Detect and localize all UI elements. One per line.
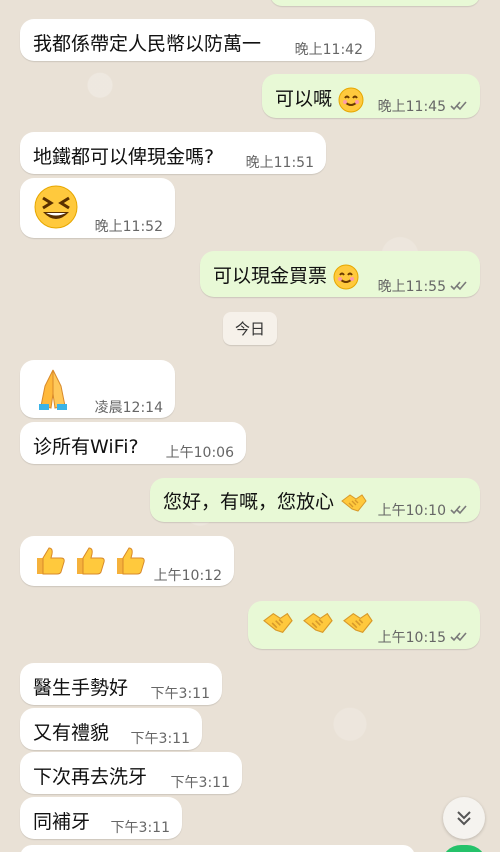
message-text: 同補牙 xyxy=(33,811,91,833)
message-text xyxy=(33,366,73,410)
send-button[interactable] xyxy=(441,845,487,852)
folded-hands-emoji xyxy=(39,369,67,410)
message-time: 上午10:06 xyxy=(165,445,234,461)
message-text: 可以嘅 xyxy=(275,84,364,113)
message-time: 下午3:11 xyxy=(110,820,170,836)
message-bubble-outgoing[interactable]: 上午10:15 xyxy=(248,601,480,649)
thumbs-up-emoji xyxy=(77,547,105,575)
message-text xyxy=(261,609,375,637)
double-chevron-down-icon xyxy=(457,811,471,826)
message-bubble-incoming[interactable]: 我都係帶定人民幣以防萬一 晚上11:42 xyxy=(20,19,375,61)
message-time: 下午3:11 xyxy=(130,731,190,747)
message-text: 下次再去洗牙 xyxy=(33,766,148,788)
double-check-icon xyxy=(450,281,468,291)
message-time: 晚上11:52 xyxy=(94,219,163,235)
message-bubble-outgoing[interactable]: 可以現金買票 晚上11:55 xyxy=(200,251,480,297)
message-bubble-incoming[interactable]: 下次再去洗牙 下午3:11 xyxy=(20,752,242,794)
double-check-icon xyxy=(450,505,468,515)
message-bubble-incoming[interactable]: 凌晨12:14 xyxy=(20,360,175,418)
handshake-emoji xyxy=(341,493,367,512)
message-time: 上午10:12 xyxy=(153,568,222,584)
message-time: 晚上11:51 xyxy=(245,155,314,171)
smiling-face-emoji xyxy=(338,87,364,112)
handshake-emoji xyxy=(303,612,333,634)
message-time: 凌晨12:14 xyxy=(94,400,163,416)
message-bubble-outgoing[interactable]: 可以嘅 晚上11:45 xyxy=(262,74,480,118)
scroll-to-bottom-button[interactable] xyxy=(443,797,485,839)
message-text: 诊所有WiFi? xyxy=(33,436,139,458)
message-meta: 晚上11:55 xyxy=(378,276,468,296)
message-time: 下午3:11 xyxy=(170,775,230,791)
message-text xyxy=(33,544,147,576)
message-time: 晚上11:42 xyxy=(294,42,363,58)
message-bubble-incoming[interactable]: 上午10:12 xyxy=(20,536,234,586)
message-meta: 上午10:15 xyxy=(378,627,468,647)
thumbs-up-emoji xyxy=(117,547,145,575)
chat-area: 我都係帶定人民幣以防萬一 晚上11:42 可以嘅 晚上11:45 地鐵都可以俾現… xyxy=(0,0,500,852)
message-bubble-incoming[interactable]: 醫生手勢好 下午3:11 xyxy=(20,663,222,705)
message-text: 我都係帶定人民幣以防萬一 xyxy=(33,33,262,55)
message-text: 醫生手勢好 xyxy=(33,677,129,699)
thumbs-up-emoji xyxy=(37,547,65,575)
double-check-icon xyxy=(450,632,468,642)
message-bubble-incoming[interactable]: 地鐵都可以俾現金嗎? 晚上11:51 xyxy=(20,132,326,174)
grinning-squinting-face-emoji xyxy=(34,185,78,229)
message-bubble-incoming[interactable]: 同補牙 下午3:11 xyxy=(20,797,182,839)
smiling-face-emoji xyxy=(333,264,359,289)
message-bubble-incoming[interactable]: 诊所有WiFi? 上午10:06 xyxy=(20,422,246,464)
message-meta: 上午10:10 xyxy=(378,500,468,520)
message-text: 又有禮貌 xyxy=(33,722,110,744)
message-time: 下午3:11 xyxy=(150,686,210,702)
message-meta: 晚上11:45 xyxy=(378,96,468,116)
message-bubble-incoming[interactable]: 又有禮貌 下午3:11 xyxy=(20,708,202,750)
double-check-icon xyxy=(450,101,468,111)
composer-edge xyxy=(20,845,415,852)
message-bubble-outgoing[interactable]: 您好，有嘅，您放心 上午10:10 xyxy=(150,478,480,522)
message-text: 地鐵都可以俾現金嗎? xyxy=(33,146,215,168)
date-divider: 今日 xyxy=(223,312,278,345)
message-text xyxy=(33,184,79,230)
message-text: 可以現金買票 xyxy=(213,261,359,290)
handshake-emoji xyxy=(263,612,293,634)
previous-message-edge xyxy=(270,0,480,6)
message-text: 您好，有嘅，您放心 xyxy=(163,487,368,515)
handshake-emoji xyxy=(343,612,373,634)
message-bubble-incoming[interactable]: 晚上11:52 xyxy=(20,178,175,238)
